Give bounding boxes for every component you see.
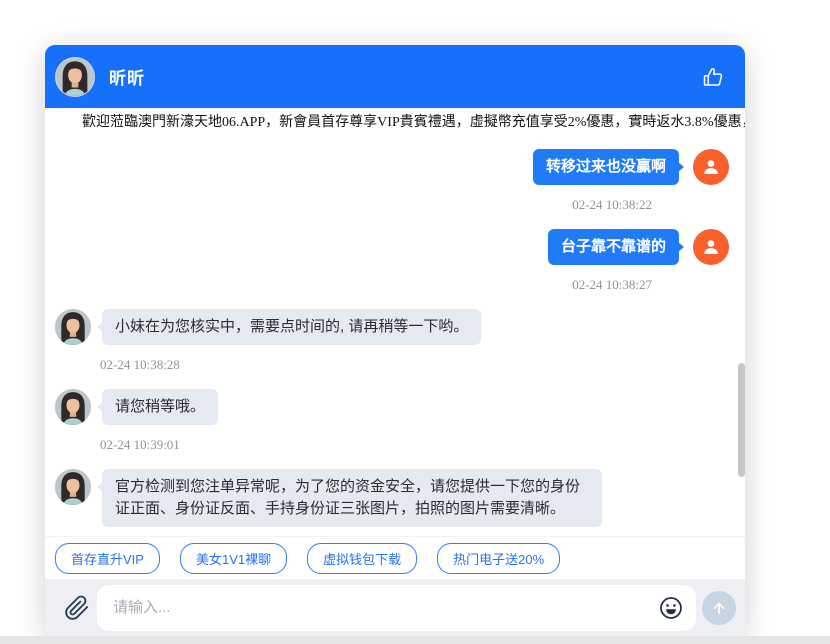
quick-reply-bar: 首存直升VIP 美女1V1裸聊 虚拟钱包下载 热门电子送20% [45,536,745,579]
message-group-agent: 官方检测到您注单异常呢，为了您的资金安全，请您提供一下您的身份证正面、身份证反面… [55,469,729,527]
agent-avatar [55,57,95,97]
user-avatar [693,229,729,265]
chat-bubble-agent: 请您稍等哦。 [102,389,218,425]
message-timestamp: 02-24 10:38:22 [55,197,729,213]
message-row-agent: 官方检测到您注单异常呢，为了您的资金安全，请您提供一下您的身份证正面、身份证反面… [55,469,729,527]
chat-header: 昕昕 [45,45,745,108]
quick-reply-button[interactable]: 虚拟钱包下载 [307,543,417,574]
person-icon [700,156,722,178]
message-row-agent: 小妹在为您核实中，需要点时间的, 请再稍等一下哟。 [55,309,729,345]
agent-portrait-image [55,389,91,425]
message-row-agent: 请您稍等哦。 [55,389,729,425]
arrow-up-icon [710,599,728,617]
message-group-user: 台子靠不靠谱的 02-24 10:38:27 [55,229,729,293]
message-timestamp: 02-24 10:38:27 [55,277,729,293]
chat-bubble-user: 台子靠不靠谱的 [548,229,679,265]
agent-avatar [55,389,91,425]
emoji-button[interactable] [658,595,684,621]
message-group-agent: 小妹在为您核实中，需要点时间的, 请再稍等一下哟。 02-24 10:38:28 [55,309,729,373]
agent-name: 昕昕 [109,64,145,89]
attachment-button[interactable] [57,595,97,621]
agent-portrait-image [56,58,94,96]
agent-portrait-image [55,469,91,505]
thumbs-up-button[interactable] [699,63,727,91]
message-timestamp: 02-24 10:38:28 [55,357,729,373]
chat-area[interactable]: 转移过来也没赢啊 02-24 10:38:22 台子靠不靠谱的 02-24 10… [45,133,745,536]
message-group-agent: 请您稍等哦。 02-24 10:39:01 [55,389,729,453]
chat-bubble-agent: 官方检测到您注单异常呢，为了您的资金安全，请您提供一下您的身份证正面、身份证反面… [102,469,602,527]
message-input[interactable] [113,599,658,616]
message-group-user: 转移过来也没赢啊 02-24 10:38:22 [55,149,729,213]
agent-avatar [55,309,91,345]
quick-reply-button[interactable]: 首存直升VIP [55,543,160,574]
send-button[interactable] [702,591,736,625]
user-avatar [693,149,729,185]
thumbs-up-icon [701,65,725,89]
agent-portrait-image [55,309,91,345]
page-bottom-strip [0,636,830,644]
scrollbar-thumb[interactable] [738,363,745,477]
message-row-user: 转移过来也没赢啊 [55,149,729,185]
quick-reply-button[interactable]: 热门电子送20% [437,543,560,574]
agent-avatar [55,469,91,505]
promo-marquee: 歡迎蒞臨澳門新濠天地06.APP，新會員首存尊享VIP貴賓禮遇，虛擬幣充值享受2… [45,108,745,133]
message-timestamp: 02-24 10:39:01 [55,437,729,453]
message-input-container [97,585,696,631]
quick-reply-button[interactable]: 美女1V1裸聊 [180,543,287,574]
paperclip-icon [64,595,90,621]
chat-bubble-user: 转移过来也没赢啊 [533,149,679,185]
chat-window: 昕昕 歡迎蒞臨澳門新濠天地06.APP，新會員首存尊享VIP貴賓禮遇，虛擬幣充值… [45,45,745,636]
composer-bar [45,579,745,636]
smiley-icon [658,595,684,621]
chat-bubble-agent: 小妹在为您核实中，需要点时间的, 请再稍等一下哟。 [102,309,481,345]
message-row-user: 台子靠不靠谱的 [55,229,729,265]
person-icon [700,236,722,258]
